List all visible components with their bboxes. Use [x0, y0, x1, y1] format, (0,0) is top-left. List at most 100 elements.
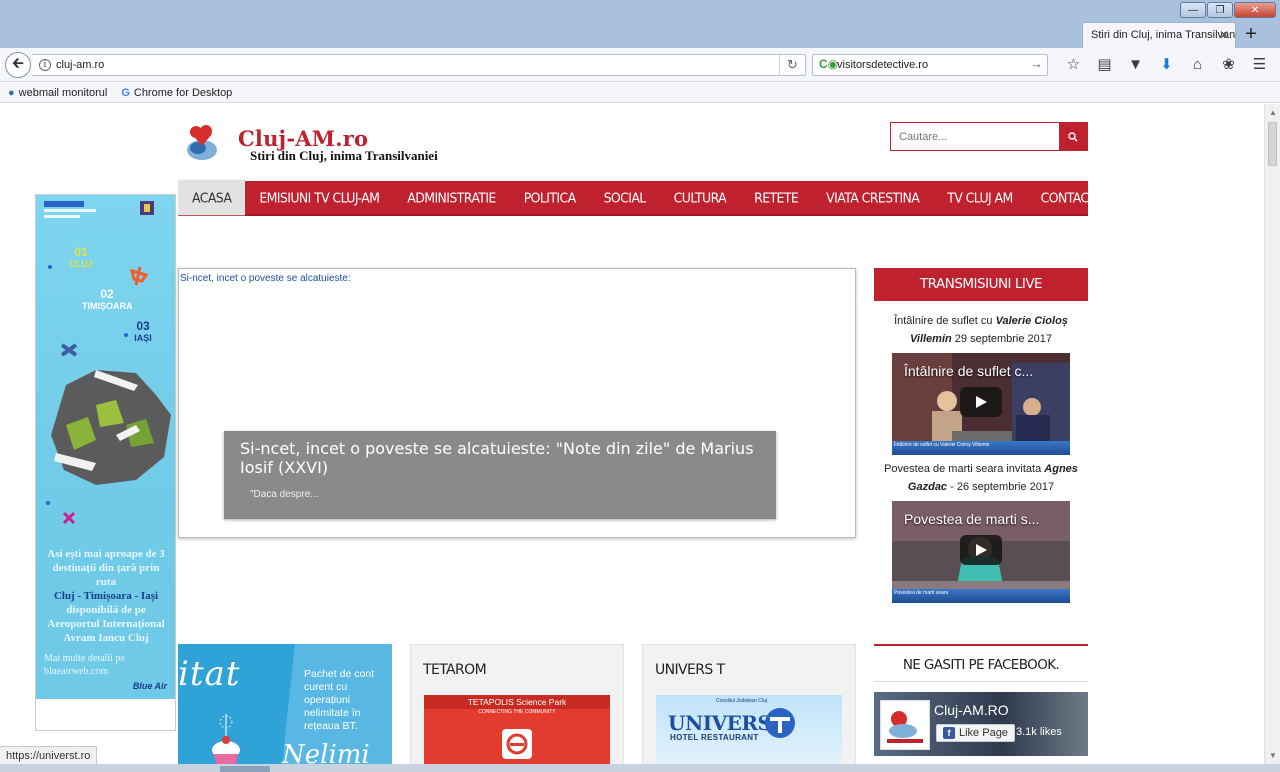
home-icon[interactable]: ⌂: [1182, 56, 1213, 74]
box-title[interactable]: UNIVERS T: [655, 662, 725, 678]
box-tetarom[interactable]: TETAROM TETAPOLIS Science Park CONNECTIN…: [410, 644, 624, 764]
bookmark-star-icon[interactable]: ☆: [1058, 56, 1089, 74]
fb-like-count: 3.1k likes: [1016, 726, 1062, 738]
box-univers-t[interactable]: UNIVERS T Consiliul Județean Cluj UNIVER…: [642, 644, 856, 764]
play-icon: [976, 396, 987, 408]
nav-acasa[interactable]: ACASA: [178, 179, 246, 216]
restore-button[interactable]: ❐: [1207, 2, 1233, 18]
tetarom-banner[interactable]: TETAPOLIS Science Park CONNECTING THE CO…: [424, 695, 610, 764]
site-search: [890, 122, 1088, 151]
slider-caption-title[interactable]: Si-ncet, incet o poveste se alcatuieste:…: [240, 439, 760, 477]
close-window-button[interactable]: ✕: [1234, 2, 1276, 18]
nav-emisiuni-tv[interactable]: EMISIUNI TV CLUJ-AM: [245, 180, 393, 216]
fb-page-avatar[interactable]: [880, 700, 930, 750]
reading-list-icon[interactable]: ▤: [1089, 56, 1120, 74]
ad-more-info: Mai multe detalii pe blueairweb.com: [44, 653, 125, 677]
featured-slider[interactable]: Si-ncet, incet o poveste se alcatuieste:…: [178, 268, 856, 538]
minimize-button[interactable]: —: [1180, 2, 1206, 18]
video-title: Întâlnire de suflet c...: [904, 363, 1034, 379]
site-logo[interactable]: Cluj-AM.ro Stiri din Cluj, inima Transil…: [184, 120, 484, 166]
download-icon[interactable]: ⬇: [1151, 56, 1182, 74]
facebook-icon: f: [943, 727, 955, 739]
facebook-widget: NE GASITI PE FACEBOOK. Cluj-AM.RO f Like…: [874, 644, 1088, 756]
fb-like-page-button[interactable]: f Like Page: [936, 724, 1015, 742]
fb-heading: NE GASITI PE FACEBOOK.: [874, 646, 1088, 682]
slider-top-link[interactable]: Si-ncet, incet o poveste se alcatuieste:: [180, 273, 351, 284]
slider-caption-excerpt: "Daca despre...: [250, 489, 319, 500]
live-heading: TRANSMISIUNI LIVE: [874, 268, 1088, 301]
bookmark-webmail[interactable]: ● webmail monitorul: [8, 87, 107, 99]
vertical-scrollbar[interactable]: ▲ ▼: [1264, 104, 1280, 764]
search-bar-value[interactable]: visitorsdetective.ro: [837, 59, 928, 71]
search-go-icon[interactable]: →: [1030, 56, 1043, 71]
live-item-1: Întâlnire de suflet cu Valerie Cioloș Vi…: [894, 315, 1068, 345]
nav-viata-crestina[interactable]: VIATA CRESTINA: [812, 180, 933, 216]
site-info-icon[interactable]: i: [39, 59, 51, 71]
bookmarks-bar: ● webmail monitorul G Chrome for Desktop: [0, 83, 1280, 103]
video-lower-third: Povestea de marti seara: [892, 589, 1070, 603]
ad-city-1: 01 CLUJ: [69, 245, 93, 269]
scroll-down-icon[interactable]: ▼: [1269, 751, 1277, 760]
nav-tv-cluj-am[interactable]: TV CLUJ AM: [933, 180, 1026, 216]
url-text[interactable]: cluj-am.ro: [56, 59, 104, 71]
box-title[interactable]: TETAROM: [423, 662, 487, 678]
pocket-icon[interactable]: ▼: [1120, 56, 1151, 74]
reload-icon[interactable]: ↻: [779, 55, 805, 75]
scrollbar-thumb[interactable]: [1268, 122, 1277, 166]
main-nav: ACASA EMISIUNI TV CLUJ-AM ADMINISTRATIE …: [178, 179, 1096, 216]
close-tab-icon[interactable]: ✕: [1219, 28, 1229, 42]
extension-icon[interactable]: ❀: [1213, 56, 1244, 74]
live-item-2: Povestea de marti seara invitata Agnes G…: [884, 463, 1078, 493]
nav-social[interactable]: SOCIAL: [590, 180, 660, 216]
logo-mark-icon: [187, 125, 217, 160]
search-icon: [1068, 131, 1078, 142]
new-tab-button[interactable]: +: [1240, 24, 1262, 46]
univers-t-banner[interactable]: Consiliul Județean Cluj UNIVERS HOTEL RE…: [656, 695, 842, 764]
window-controls: — ❐ ✕: [1180, 2, 1276, 18]
video-title: Povestea de marti s...: [904, 511, 1040, 527]
ad-text: Asi ești mai aproape de 3 destinații din…: [47, 548, 165, 644]
back-button[interactable]: 🡰: [5, 52, 31, 78]
menu-icon[interactable]: ☰: [1244, 56, 1275, 74]
ad-map-illustration: [44, 201, 171, 525]
univers-logo-icon: [765, 708, 795, 738]
promo-text: Pachet de cont curent cu operațiuni neli…: [304, 668, 375, 732]
cupcake-icon: [212, 714, 240, 764]
slider-caption[interactable]: Si-ncet, incet o poveste se alcatuieste:…: [224, 431, 776, 519]
address-bar[interactable]: i cluj-am.ro ↻: [32, 54, 806, 76]
nav-politica[interactable]: POLITICA: [510, 180, 590, 216]
nav-contact[interactable]: CONTACT: [1027, 180, 1110, 216]
google-icon: G: [121, 86, 130, 99]
video-embed-1[interactable]: Întâlnire de suflet c... Întâlnire de su…: [892, 353, 1070, 455]
promo-big-text: itat: [178, 654, 241, 694]
bt-promo-banner[interactable]: itat Pachet de cont curent cu operațiuni…: [178, 644, 392, 764]
video-embed-2[interactable]: Povestea de marti s... Povestea de marti…: [892, 501, 1070, 603]
video-lower-third: Întâlnire de suflet cu Valerie Cioloș Vi…: [892, 441, 1070, 455]
site-search-button[interactable]: [1059, 123, 1087, 150]
taskbar-edge: [0, 764, 1280, 772]
taskbar-item[interactable]: [220, 766, 270, 772]
fb-page-name[interactable]: Cluj-AM.RO: [934, 702, 1009, 718]
bookmark-label: Chrome for Desktop: [133, 86, 233, 99]
search-engine-icon[interactable]: C◉: [819, 57, 838, 71]
fb-page-plugin[interactable]: Cluj-AM.RO f Like Page 3.1k likes: [874, 692, 1088, 756]
browser-search-bar[interactable]: C◉ visitorsdetective.ro →: [812, 54, 1048, 76]
left-ad-frame: 01 CLUJ 02 TIMIȘOARA 03 IAȘI Asi ești ma…: [35, 194, 176, 731]
site-search-input[interactable]: [891, 123, 1059, 150]
status-bar: https://universt.ro: [0, 746, 98, 766]
nav-cultura[interactable]: CULTURA: [660, 180, 740, 216]
page-viewport: Cluj-AM.ro Stiri din Cluj, inima Transil…: [0, 104, 1264, 764]
logo-subtitle: Stiri din Cluj, inima Transilvaniei: [250, 148, 438, 163]
nav-retete[interactable]: RETETE: [740, 180, 812, 216]
promo-big-text-2: Nelimi: [282, 740, 370, 764]
bookmark-chrome[interactable]: G Chrome for Desktop: [121, 87, 232, 99]
window-titlebar: — ❐ ✕ Stiri din Cluj, inima Transilvanie…: [0, 0, 1280, 48]
play-button[interactable]: [960, 535, 1002, 565]
nav-administratie[interactable]: ADMINISTRATIE: [393, 180, 509, 216]
navigation-toolbar: 🡰 i cluj-am.ro ↻ C◉ visitorsdetective.ro…: [0, 48, 1280, 82]
play-button[interactable]: [960, 387, 1002, 417]
scroll-up-icon[interactable]: ▲: [1269, 108, 1277, 117]
tab-active[interactable]: Stiri din Cluj, inima Transilvaniei ✕: [1082, 22, 1236, 48]
blue-air-ad[interactable]: 01 CLUJ 02 TIMIȘOARA 03 IAȘI Asi ești ma…: [36, 195, 175, 699]
ad-city-3: 03 IAȘI: [134, 319, 152, 343]
